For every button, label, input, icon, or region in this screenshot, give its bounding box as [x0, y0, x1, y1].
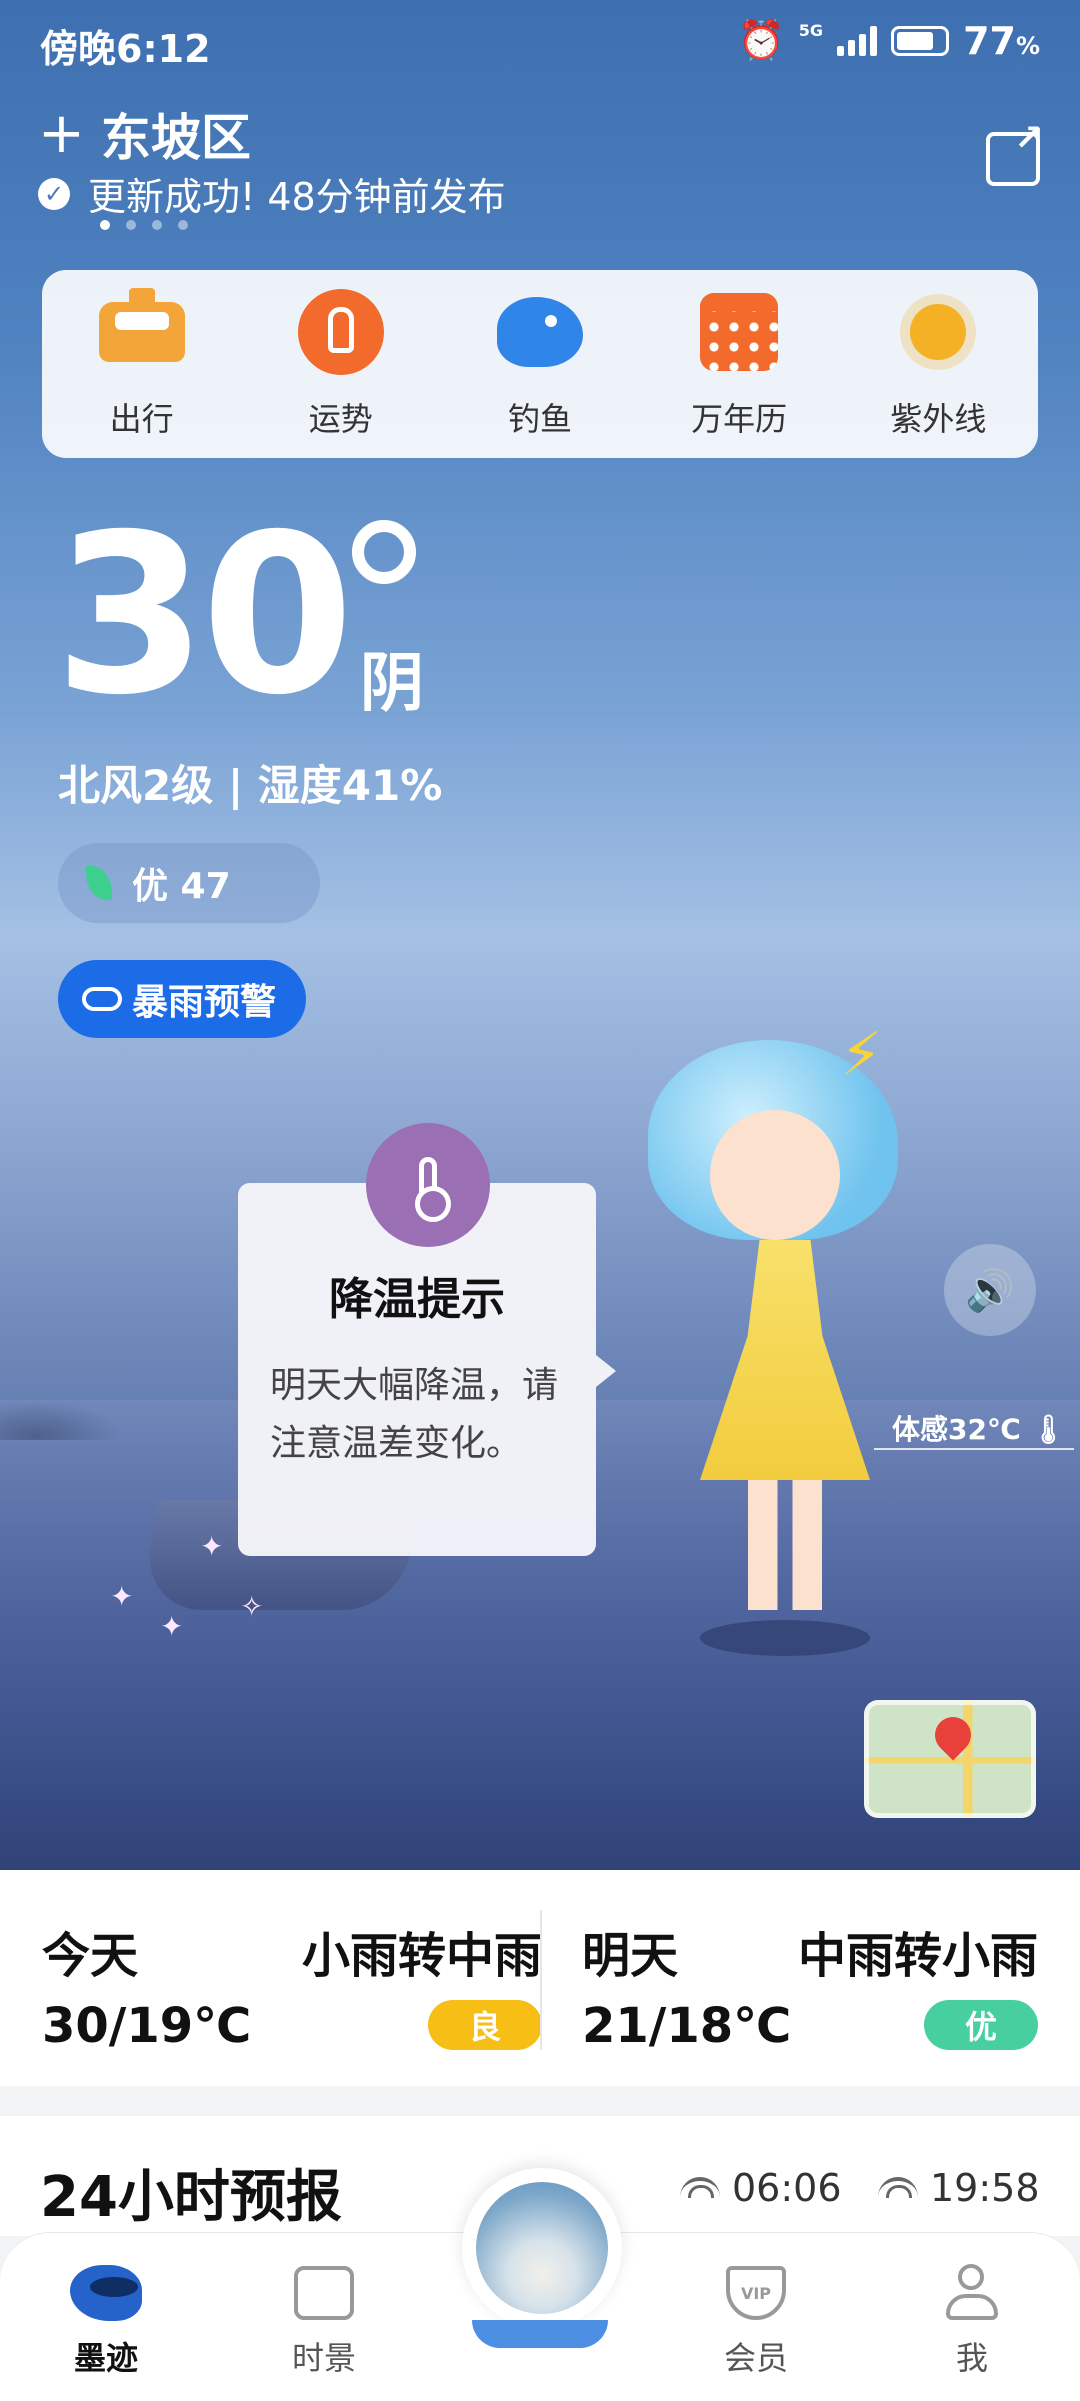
thermometer-badge: [366, 1123, 490, 1247]
day-temp-range: 30/19℃: [42, 1998, 252, 2054]
today-card[interactable]: 今天 小雨转中雨 30/19℃ 良: [42, 1870, 542, 2086]
speaker-icon[interactable]: 🔊: [944, 1244, 1036, 1336]
day-label: 今天: [42, 1928, 139, 1984]
location-pin-icon: [927, 1709, 979, 1761]
sunset-icon: [878, 2177, 918, 2199]
update-status: ✓ 更新成功! 48分钟前发布: [38, 166, 506, 221]
network-type: 5G: [798, 21, 824, 40]
current-temperature: 30: [54, 487, 354, 743]
nav-moji[interactable]: 墨迹: [36, 2261, 176, 2379]
nav-me[interactable]: 我: [902, 2261, 1042, 2379]
hourly-title: 24小时预报: [40, 2165, 342, 2230]
nav-label: 时景: [291, 2339, 356, 2377]
current-condition: 阴: [360, 647, 424, 721]
thermometer-icon: [415, 1157, 451, 1222]
tip-card[interactable]: 降温提示 明天大幅降温，请注意温差变化。: [238, 1123, 616, 1556]
tip-text: 明天大幅降温，请注意温差变化。: [270, 1365, 559, 1464]
sunset-time: 19:58: [878, 2166, 1040, 2210]
day-label: 明天: [582, 1928, 679, 1984]
quick-label: 运势: [308, 400, 373, 438]
fortune-icon: [297, 289, 384, 375]
check-icon: ✓: [38, 177, 70, 210]
sparkle-icon: ✧: [240, 1590, 264, 1623]
aqi-badge: 良: [428, 2000, 542, 2050]
nav-vip[interactable]: VIP 会员: [686, 2261, 826, 2379]
status-bar: 傍晚6:12 ⏰ 5G 77%: [40, 18, 1040, 71]
vip-icon: VIP: [726, 2266, 786, 2320]
quick-label: 出行: [109, 400, 174, 438]
location-name: 东坡区: [100, 109, 251, 167]
calendar-icon: [700, 293, 779, 371]
quick-calendar[interactable]: 万年历: [664, 288, 814, 440]
sunrise-time: 06:06: [680, 2166, 842, 2210]
leaf-icon: [86, 866, 112, 900]
location-header[interactable]: + 东坡区: [38, 98, 251, 170]
moji-icon: [70, 2265, 142, 2321]
battery-level: 77%: [963, 18, 1040, 63]
quick-travel[interactable]: 出行: [67, 288, 217, 440]
sunrise-icon: [680, 2177, 720, 2199]
wind-humidity: 北风2级 | 湿度41%: [58, 761, 443, 810]
character-avatar[interactable]: ⚡: [640, 1020, 920, 1660]
fish-icon: [496, 297, 583, 367]
sparkle-icon: ✦: [110, 1580, 134, 1613]
degree-icon: [352, 520, 416, 584]
sparkle-icon: ✦: [200, 1530, 224, 1563]
quick-fishing[interactable]: 钓鱼: [465, 288, 615, 440]
center-scene-button[interactable]: [462, 2168, 622, 2328]
aqi-text: 优 47: [132, 866, 231, 907]
image-icon: [294, 2266, 354, 2320]
quick-actions-bar: 出行 运势 钓鱼 万年历 紫外线: [42, 270, 1038, 458]
island-silhouette: [0, 1400, 120, 1440]
nav-label: 墨迹: [73, 2339, 138, 2377]
day-weather: 中雨转小雨: [797, 1928, 1038, 1984]
update-text: 更新成功! 48分钟前发布: [88, 175, 506, 219]
add-city-icon[interactable]: +: [38, 106, 85, 162]
rain-cloud-icon: [82, 987, 122, 1011]
day-weather: 小雨转中雨: [301, 1928, 542, 1984]
lightning-icon: ⚡: [840, 1020, 883, 1090]
signal-icon: [837, 25, 878, 56]
nav-label: 我: [955, 2339, 988, 2377]
nav-label: 会员: [723, 2339, 788, 2377]
quick-label: 万年历: [691, 400, 788, 438]
day-temp-range: 21/18℃: [582, 1998, 792, 2054]
aqi-badge: 优: [924, 2000, 1038, 2050]
weather-alert-button[interactable]: 暴雨预警: [58, 960, 306, 1038]
sparkle-icon: ✦: [160, 1610, 184, 1643]
taxi-icon: [98, 288, 185, 362]
daily-summary: 今天 小雨转中雨 30/19℃ 良 明天 中雨转小雨 21/18℃ 优: [0, 1870, 1080, 2086]
status-time: 傍晚6:12: [40, 27, 211, 71]
map-button[interactable]: [864, 1700, 1036, 1818]
aqi-pill[interactable]: 优 47: [58, 843, 320, 923]
thermometer-small-icon: 🌡: [1030, 1413, 1067, 1446]
battery-icon: [891, 25, 950, 56]
status-right: ⏰ 5G 77%: [737, 18, 1040, 63]
center-indicator: [472, 2320, 608, 2348]
alarm-icon: ⏰: [737, 18, 785, 62]
user-icon: [942, 2264, 1002, 2322]
feels-like: 体感32℃ 🌡: [892, 1413, 1067, 1446]
quick-fortune[interactable]: 运势: [266, 288, 416, 440]
quick-label: 紫外线: [890, 400, 987, 438]
quick-uv[interactable]: 紫外线: [863, 288, 1013, 440]
sun-icon: [910, 304, 967, 360]
sky-thumbnail: [476, 2182, 608, 2314]
divider: [540, 1910, 542, 2050]
alert-text: 暴雨预警: [132, 982, 277, 1023]
quick-label: 钓鱼: [507, 400, 572, 438]
tomorrow-card[interactable]: 明天 中雨转小雨 21/18℃ 优: [582, 1870, 1038, 2086]
share-icon[interactable]: [986, 118, 1044, 186]
page-indicator: [100, 220, 188, 230]
tip-title: 降温提示: [329, 1274, 505, 1325]
nav-scenes[interactable]: 时景: [254, 2261, 394, 2379]
